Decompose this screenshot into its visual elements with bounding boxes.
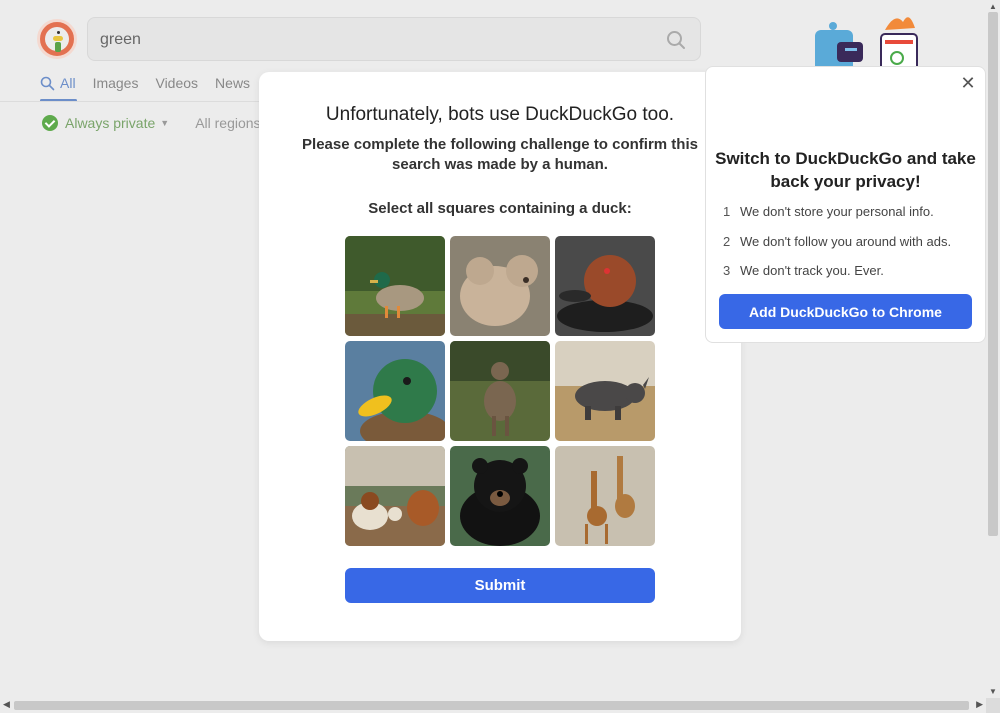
search-icon (40, 76, 55, 90)
search-tabs: All Images Videos News (40, 74, 267, 92)
tile-black-bear[interactable] (450, 446, 550, 546)
challenge-subtitle: Please complete the following challenge … (302, 136, 698, 173)
vertical-scrollbar[interactable]: ▲ ▼ (986, 0, 1000, 698)
promo-title: Switch to DuckDuckGo and take back your … (715, 149, 976, 191)
tile-bear[interactable] (450, 236, 550, 336)
submit-button[interactable]: Submit (345, 568, 655, 603)
duckduckgo-logo[interactable] (37, 19, 77, 59)
promo-points: 1 We don't store your personal info. 2 We … (723, 204, 951, 293)
challenge-instruction: Select all squares containing a duck: (368, 200, 632, 217)
tab-images[interactable]: Images (93, 74, 139, 92)
list-item: 2 We don't follow you around with ads. (723, 233, 952, 249)
horizontal-scrollbar[interactable]: ◀ ▶ (0, 698, 986, 713)
tab-all-label: All (60, 75, 76, 91)
vertical-scrollbar-thumb[interactable] (988, 12, 998, 536)
horizontal-scrollbar-thumb[interactable] (14, 701, 969, 710)
scroll-right-icon[interactable]: ▶ (976, 699, 983, 710)
search-icon[interactable] (666, 30, 686, 50)
region-dropdown[interactable]: All regions (195, 115, 260, 131)
tab-all[interactable]: All (40, 74, 76, 92)
list-item: 1 We don't store your personal info. (723, 204, 934, 219)
scroll-up-icon[interactable]: ▲ (989, 2, 997, 11)
filters-bar: Always private ▼ All regions (42, 115, 261, 131)
search-input[interactable]: green (87, 17, 701, 61)
bot-challenge-modal: Unfortunately, bots use DuckDuckGo too. … (259, 72, 741, 641)
tab-videos-label: Videos (155, 75, 199, 91)
tile-mallard-head[interactable] (345, 341, 445, 441)
tile-rhinoceros[interactable] (555, 341, 655, 441)
scrollbar-corner (986, 698, 1000, 713)
tab-videos[interactable]: Videos (155, 74, 198, 92)
tile-giraffes[interactable] (555, 446, 655, 546)
scroll-left-icon[interactable]: ◀ (3, 699, 10, 710)
check-circle-icon (42, 115, 58, 131)
tile-deer[interactable] (450, 341, 550, 441)
tab-images-label: Images (92, 75, 139, 91)
tab-news[interactable]: News (215, 74, 250, 92)
privacy-label: Always private (65, 115, 156, 131)
search-query: green (100, 31, 141, 48)
list-item: 3 We don't track you. Ever. (723, 263, 884, 278)
privacy-dropdown[interactable]: Always private ▼ (42, 115, 169, 131)
add-to-chrome-button[interactable]: Add DuckDuckGo to Chrome (719, 294, 972, 329)
caret-down-icon: ▼ (160, 118, 170, 128)
tile-dogs[interactable] (345, 446, 445, 546)
challenge-title: Unfortunately, bots use DuckDuckGo too. (325, 104, 675, 125)
tile-redhead-duck[interactable] (555, 236, 655, 336)
promo-card: ✕ Switch to DuckDuckGo and take back you… (705, 66, 986, 343)
tile-mallard-duck[interactable] (345, 236, 445, 336)
scroll-down-icon[interactable]: ▼ (989, 687, 997, 696)
challenge-image-grid (345, 236, 655, 546)
close-icon[interactable]: ✕ (960, 74, 976, 92)
tab-news-label: News (215, 75, 251, 91)
